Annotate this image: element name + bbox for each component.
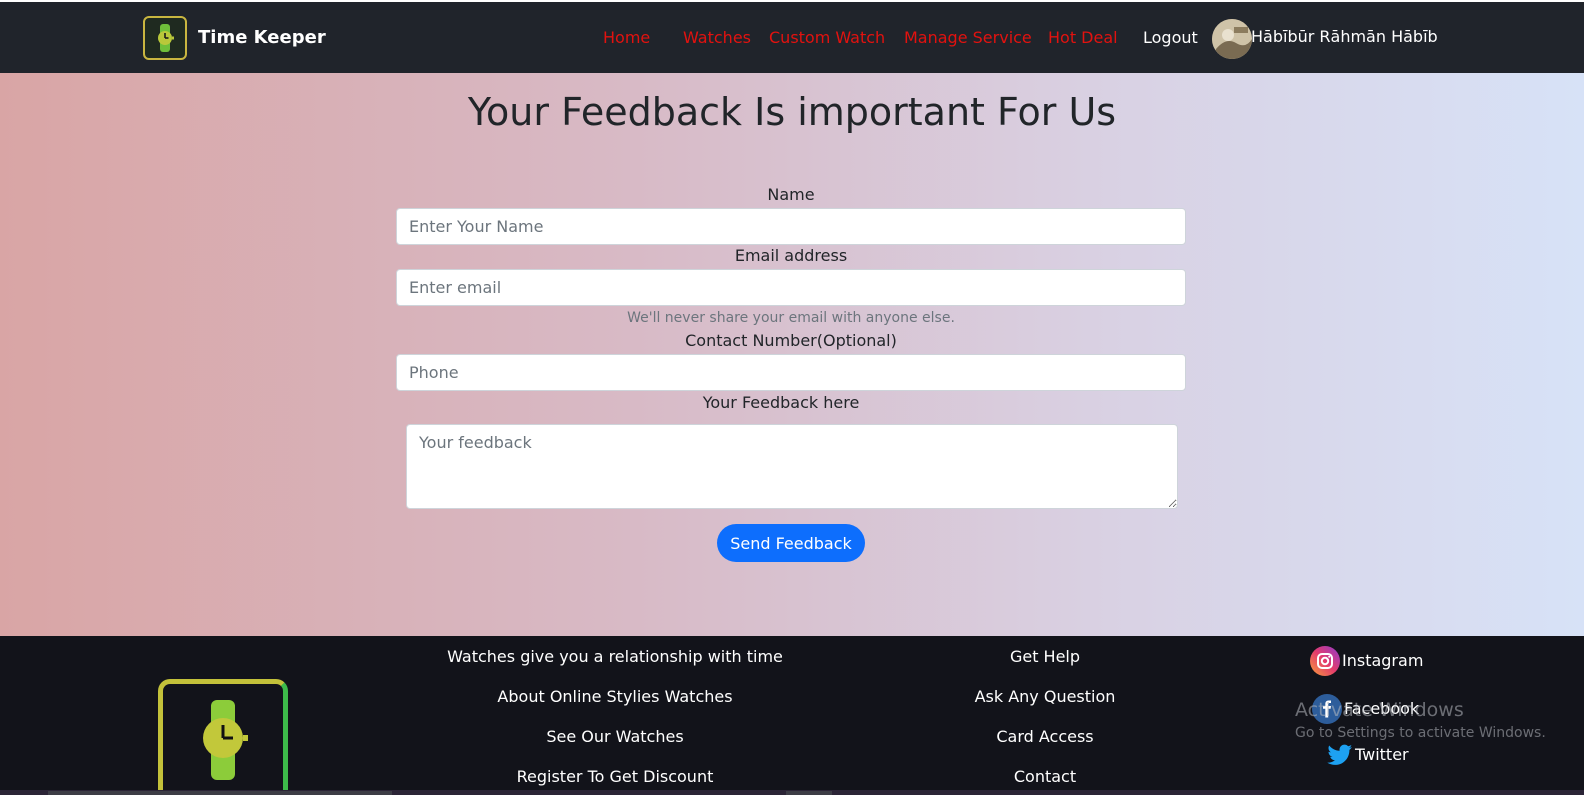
page-title: Your Feedback Is important For Us [467,90,1117,134]
social-label: Twitter [1355,745,1409,764]
taskbar-item[interactable] [48,791,392,795]
name-input[interactable] [396,208,1186,245]
watch-logo-icon[interactable] [143,16,187,60]
twitter-icon [1327,742,1353,768]
email-label: Email address [734,246,848,265]
nav-link-home[interactable]: Home [603,27,650,49]
avatar[interactable] [1212,19,1252,59]
feedback-label: Your Feedback here [702,393,860,412]
top-navbar: Time Keeper Home Watches Custom Watch Ma… [0,0,1584,73]
taskbar-item[interactable] [786,791,832,795]
logout-button[interactable]: Logout [1143,27,1198,49]
footer-link-card-access[interactable]: Card Access [845,726,1245,748]
phone-input[interactable] [396,354,1186,391]
feedback-textarea[interactable] [406,424,1178,509]
os-activation-watermark-subtitle: Go to Settings to activate Windows. [1295,725,1546,741]
nav-link-manage-service[interactable]: Manage Service [904,27,1032,49]
social-twitter[interactable]: Twitter [1327,742,1409,768]
nav-link-watches[interactable]: Watches [683,27,751,49]
footer-link-ask-question[interactable]: Ask Any Question [845,686,1245,708]
footer-link-get-help[interactable]: Get Help [845,646,1245,668]
feedback-section: Your Feedback Is important For Us Name E… [0,73,1584,636]
footer-link-register[interactable]: Register To Get Discount [415,766,815,788]
brand-name[interactable]: Time Keeper [198,26,326,50]
social-instagram[interactable]: Instagram [1310,646,1423,676]
email-input[interactable] [396,269,1186,306]
footer-link-about[interactable]: About Online Stylies Watches [415,686,815,708]
footer-link-contact[interactable]: Contact [845,766,1245,788]
email-help-text: We'll never share your email with anyone… [627,310,955,326]
nav-link-custom-watch[interactable]: Custom Watch [769,27,885,49]
name-label: Name [767,185,815,204]
footer: Watches give you a relationship with tim… [0,636,1584,795]
phone-label: Contact Number(Optional) [685,331,897,350]
send-feedback-button[interactable]: Send Feedback [717,524,865,562]
user-name[interactable]: Hābībūr Rāhmān Hābīb [1251,26,1438,48]
footer-link-tagline[interactable]: Watches give you a relationship with tim… [415,646,815,668]
instagram-icon [1310,646,1340,676]
footer-link-see-watches[interactable]: See Our Watches [415,726,815,748]
nav-link-hot-deal[interactable]: Hot Deal [1048,27,1118,49]
social-label: Instagram [1342,651,1424,670]
watch-logo-icon [158,679,288,795]
os-activation-watermark-title: Activate Windows [1295,699,1464,721]
